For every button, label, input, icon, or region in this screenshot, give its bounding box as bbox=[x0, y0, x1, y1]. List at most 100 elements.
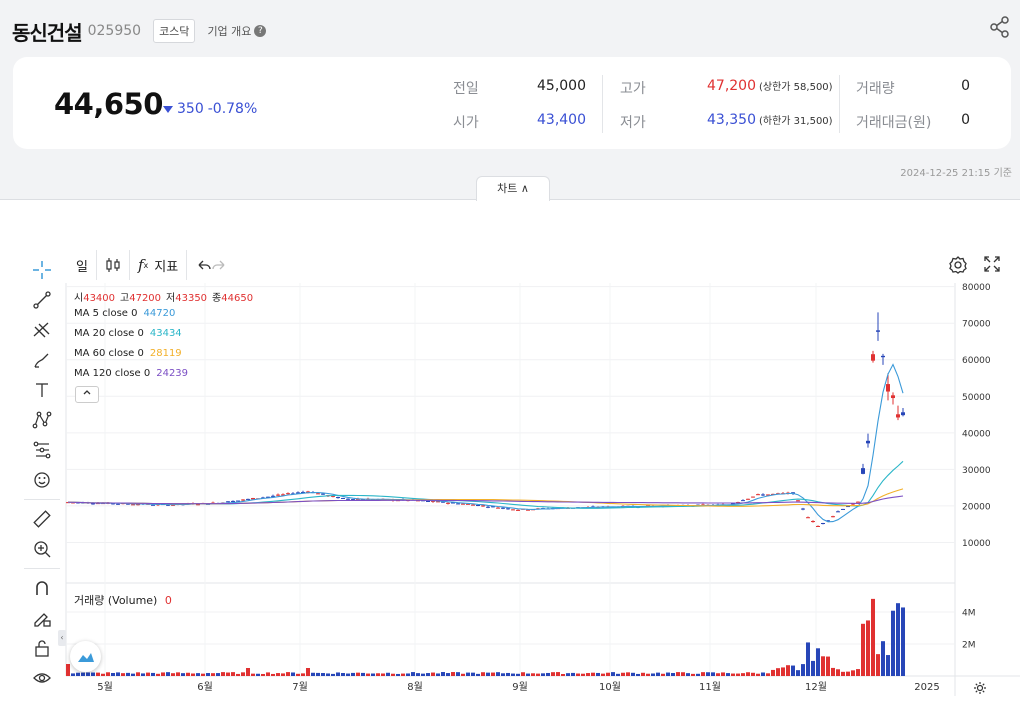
candles bbox=[66, 312, 905, 527]
volume-bar bbox=[386, 672, 390, 676]
candle-body bbox=[861, 468, 865, 474]
volume-bar bbox=[441, 672, 445, 676]
collapse-legend-button[interactable] bbox=[75, 386, 99, 403]
y-tick-label: 40000 bbox=[962, 429, 991, 439]
ohlc-label: 시 bbox=[74, 293, 84, 304]
axis-settings-icon[interactable] bbox=[972, 680, 988, 696]
candle-body bbox=[756, 494, 760, 496]
tab-chart[interactable]: 차트 ∧ bbox=[476, 176, 550, 201]
cloud-chart-icon bbox=[77, 652, 94, 662]
x-tick-label: 10월 bbox=[599, 681, 621, 693]
candle-body bbox=[866, 440, 870, 444]
volume-bar bbox=[671, 673, 675, 676]
volume-bar bbox=[631, 672, 635, 676]
volume-bar bbox=[221, 672, 225, 676]
volume-bar bbox=[401, 673, 405, 676]
ma-legend-item: MA 120 close 0 24239 bbox=[74, 368, 189, 379]
volume-bar bbox=[371, 673, 375, 676]
volume-bar bbox=[461, 673, 465, 676]
candle-body bbox=[811, 521, 815, 523]
volume-bar bbox=[606, 672, 610, 676]
volume-bar bbox=[856, 669, 860, 676]
volume-bar bbox=[751, 672, 755, 676]
volume-bar bbox=[281, 673, 285, 676]
fullscreen-icon[interactable] bbox=[983, 255, 1001, 273]
volume-bar bbox=[206, 673, 210, 676]
volume-bar bbox=[146, 672, 150, 676]
volume-bar bbox=[821, 656, 825, 676]
volume-bar bbox=[636, 673, 640, 676]
moving-averages bbox=[67, 363, 904, 523]
volume-bar bbox=[746, 672, 750, 676]
candle-body bbox=[796, 500, 800, 502]
candle-body bbox=[901, 412, 905, 416]
volume-bar bbox=[236, 673, 240, 676]
volume-bar bbox=[76, 672, 80, 676]
ohlc-label: 종 bbox=[212, 293, 222, 304]
volume-bar bbox=[521, 672, 525, 676]
volume-bar bbox=[886, 655, 890, 676]
ohlc-label: 저 bbox=[166, 293, 176, 304]
candle-body bbox=[476, 505, 480, 507]
candle-body bbox=[856, 501, 860, 503]
volume-bar bbox=[666, 672, 670, 676]
volume-bar bbox=[111, 672, 115, 676]
volume-bar bbox=[326, 673, 330, 676]
axes: 80000 70000 60000 50000 40000 30000 20000 10000… bbox=[97, 283, 991, 693]
volume-bar bbox=[706, 672, 710, 676]
volume-bar bbox=[431, 672, 435, 676]
candle-body bbox=[276, 494, 280, 496]
panel-collapse-handle[interactable]: ‹ bbox=[58, 630, 66, 646]
volume-bar bbox=[846, 671, 850, 676]
volume-bar bbox=[411, 672, 415, 676]
volume-bar bbox=[686, 673, 690, 676]
candle-body bbox=[471, 504, 475, 506]
volume-bar bbox=[881, 641, 885, 676]
chart-brand-button[interactable] bbox=[70, 641, 101, 672]
settings-icon[interactable] bbox=[948, 255, 968, 275]
volume-bar bbox=[226, 672, 230, 676]
volume-tick-label: 2M bbox=[962, 641, 976, 651]
volume-bar bbox=[101, 673, 105, 676]
candle-body bbox=[516, 509, 520, 511]
candle-body bbox=[501, 507, 505, 509]
volume-bar bbox=[611, 672, 615, 676]
x-tick-label: 6월 bbox=[197, 681, 213, 693]
volume-bar bbox=[716, 673, 720, 676]
candle-body bbox=[226, 501, 230, 503]
volume-bar bbox=[831, 667, 835, 676]
candle-body bbox=[231, 500, 235, 502]
volume-bar bbox=[151, 672, 155, 676]
y-tick-label: 20000 bbox=[962, 502, 991, 512]
volume-bar bbox=[801, 664, 805, 676]
volume-bar bbox=[211, 673, 215, 676]
volume-bar bbox=[841, 671, 845, 676]
volume-bar bbox=[416, 673, 420, 676]
y-tick-label: 80000 bbox=[962, 283, 991, 293]
volume-bar bbox=[286, 672, 290, 676]
volume-bar bbox=[901, 607, 905, 676]
volume-bar bbox=[551, 672, 555, 676]
candle-body bbox=[511, 509, 515, 511]
volume-bar bbox=[786, 665, 790, 676]
volume-bar bbox=[871, 598, 875, 676]
volume-bar bbox=[826, 656, 830, 676]
x-tick-label: 8월 bbox=[407, 681, 423, 693]
volume-bar bbox=[661, 673, 665, 676]
volume-bar bbox=[696, 673, 700, 676]
candle-body bbox=[876, 330, 880, 332]
candle-body bbox=[286, 493, 290, 495]
volume-bar bbox=[376, 673, 380, 676]
volume-bar bbox=[511, 673, 515, 676]
volume-bar bbox=[641, 672, 645, 676]
candle-body bbox=[456, 503, 460, 505]
volume-bar bbox=[196, 673, 200, 676]
candle-body bbox=[761, 494, 765, 496]
candle-body bbox=[486, 506, 490, 508]
candle-body bbox=[741, 500, 745, 502]
volume-bar bbox=[761, 672, 765, 676]
ohlc-value: 47200 bbox=[129, 293, 162, 304]
x-tick-label: 7월 bbox=[292, 681, 308, 693]
volume-bar bbox=[336, 672, 340, 676]
candle-body bbox=[336, 497, 340, 499]
